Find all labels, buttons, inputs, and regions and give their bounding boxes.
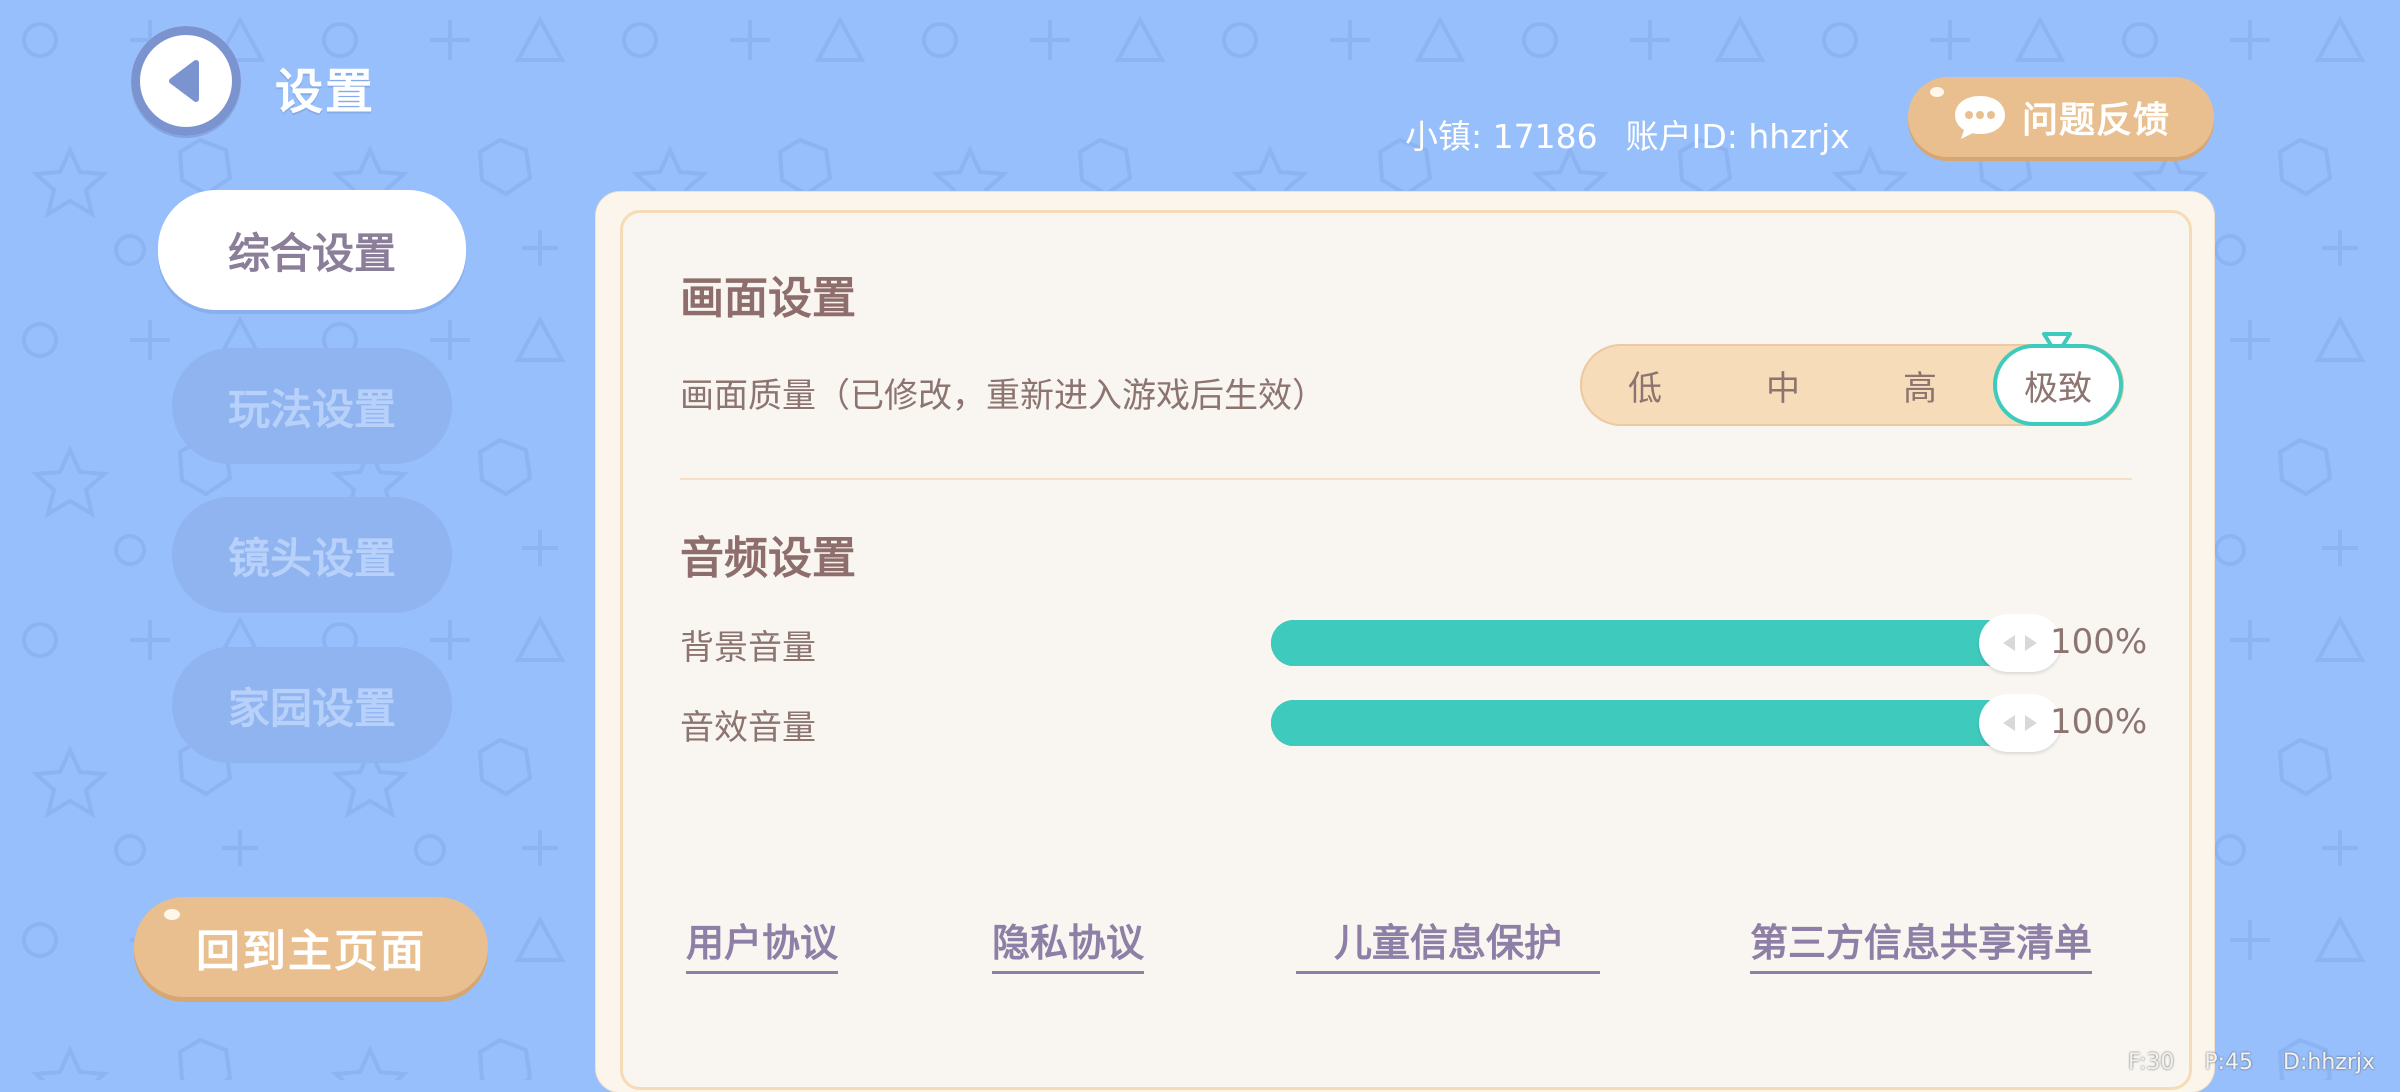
quality-option-high[interactable]: 高 <box>1875 344 1965 426</box>
graphics-section-title: 画面设置 <box>680 273 856 324</box>
chat-bubble-icon <box>1954 96 2005 139</box>
child-protection-link[interactable]: 儿童信息保护 <box>1296 912 1601 974</box>
user-agreement-link[interactable]: 用户协议 <box>686 912 839 974</box>
return-home-label: 回到主页面 <box>196 926 426 977</box>
arrow-left-icon <box>2003 635 2015 651</box>
section-divider <box>680 478 2132 480</box>
arrow-right-icon <box>2025 635 2037 651</box>
page-title: 设置 <box>275 64 376 120</box>
account-id: 账户ID: hhzrjx <box>1625 117 1850 156</box>
third-party-sharing-link[interactable]: 第三方信息共享清单 <box>1750 912 2093 974</box>
feedback-button[interactable]: 问题反馈 <box>1908 77 2214 157</box>
bgm-volume-handle[interactable] <box>1979 614 2061 672</box>
bgm-volume-label: 背景音量 <box>680 628 816 668</box>
quality-option-low[interactable]: 低 <box>1600 344 1690 426</box>
quality-option-ultra[interactable]: 极致 <box>1993 344 2123 426</box>
bgm-volume-value: 100% <box>2050 622 2148 662</box>
sfx-volume-label: 音效音量 <box>680 708 816 748</box>
audio-section-title: 音频设置 <box>680 533 856 584</box>
sidebar-item-home[interactable]: 家园设置 <box>172 647 452 763</box>
arrow-left-icon <box>2003 715 2015 731</box>
arrow-right-icon <box>2025 715 2037 731</box>
bgm-volume-fill <box>1271 620 2051 666</box>
quality-option-medium[interactable]: 中 <box>1738 344 1828 426</box>
privacy-agreement-link[interactable]: 隐私协议 <box>992 912 1145 974</box>
account-info: 小镇: 17186 账户ID: hhzrjx <box>1405 110 1878 158</box>
sfx-volume-fill <box>1271 700 2051 746</box>
sidebar-item-camera[interactable]: 镜头设置 <box>172 497 452 613</box>
back-button[interactable] <box>131 26 241 136</box>
sfx-volume-handle[interactable] <box>1979 694 2061 752</box>
town-id: 小镇: 17186 <box>1405 117 1598 156</box>
chevron-left-icon <box>169 60 199 102</box>
sidebar-item-gameplay[interactable]: 玩法设置 <box>172 348 452 464</box>
graphics-quality-label: 画面质量（已修改，重新进入游戏后生效） <box>680 376 1326 416</box>
bgm-volume-slider[interactable] <box>1271 614 2061 672</box>
sidebar-item-general[interactable]: 综合设置 <box>158 190 466 310</box>
sfx-volume-value: 100% <box>2050 702 2148 742</box>
sfx-volume-slider[interactable] <box>1271 694 2061 752</box>
return-home-button[interactable]: 回到主页面 <box>134 897 488 997</box>
debug-d: D:hhzrjx <box>2283 1050 2376 1075</box>
debug-p: P:45 <box>2204 1050 2254 1075</box>
debug-overlay: F:30 P:45 D:hhzrjx <box>2128 1050 2400 1075</box>
debug-f: F:30 <box>2128 1050 2175 1075</box>
feedback-label: 问题反馈 <box>2021 100 2170 141</box>
